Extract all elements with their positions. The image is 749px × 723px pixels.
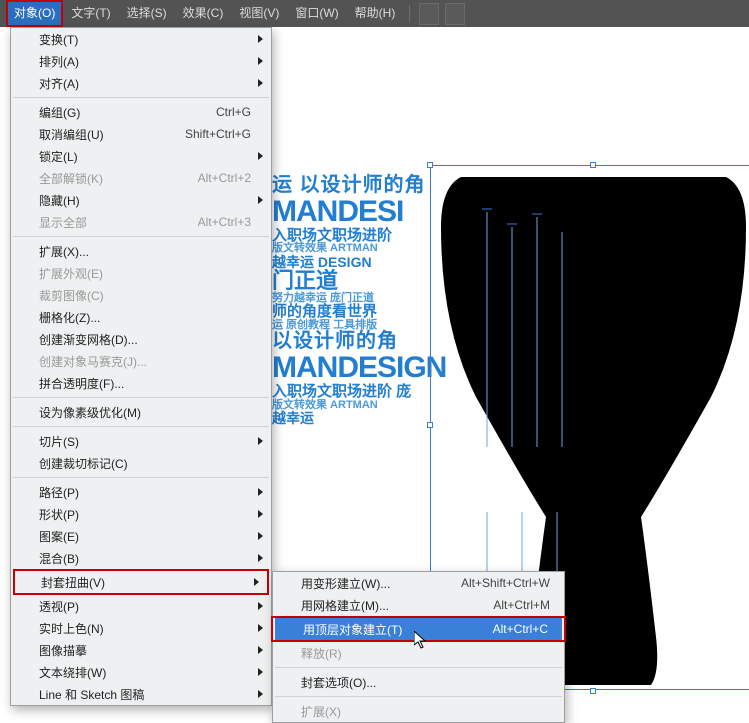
- menu-item: 全部解锁(K)Alt+Ctrl+2: [11, 167, 271, 189]
- menu-item[interactable]: 创建裁切标记(C): [11, 452, 271, 474]
- submenu-item[interactable]: 用网格建立(M)...Alt+Ctrl+M: [273, 594, 564, 616]
- menu-item[interactable]: 混合(B): [11, 547, 271, 569]
- toolbar-button-1[interactable]: [419, 3, 439, 25]
- menu-item[interactable]: 透视(P): [11, 595, 271, 617]
- menu-item[interactable]: 文本绕排(W): [11, 661, 271, 683]
- menu-item: 创建对象马赛克(J)...: [11, 350, 271, 372]
- submenu-item: 扩展(X): [273, 700, 564, 722]
- menu-select[interactable]: 选择(S): [119, 0, 175, 27]
- menu-item[interactable]: 图像描摹: [11, 639, 271, 661]
- menu-item[interactable]: 对齐(A): [11, 72, 271, 94]
- menu-item: 扩展外观(E): [11, 262, 271, 284]
- submenu-item[interactable]: 封套选项(O)...: [273, 671, 564, 693]
- menu-item: 显示全部Alt+Ctrl+3: [11, 211, 271, 233]
- menu-item: 裁剪图像(C): [11, 284, 271, 306]
- menu-item[interactable]: 变换(T): [11, 28, 271, 50]
- menu-effect[interactable]: 效果(C): [175, 0, 232, 27]
- menu-item[interactable]: 栅格化(Z)...: [11, 306, 271, 328]
- menu-item[interactable]: 设为像素级优化(M): [11, 401, 271, 423]
- submenu-item[interactable]: 用变形建立(W)...Alt+Shift+Ctrl+W: [273, 572, 564, 594]
- toolbar-button-2[interactable]: [445, 3, 465, 25]
- menu-type[interactable]: 文字(T): [63, 0, 118, 27]
- menu-item[interactable]: 锁定(L): [11, 145, 271, 167]
- menu-item[interactable]: 拼合透明度(F)...: [11, 372, 271, 394]
- menu-item[interactable]: 编组(G)Ctrl+G: [11, 101, 271, 123]
- menu-item[interactable]: 形状(P): [11, 503, 271, 525]
- menu-item[interactable]: 排列(A): [11, 50, 271, 72]
- selection-handle[interactable]: [590, 162, 596, 168]
- menubar-separator: [409, 5, 410, 23]
- menubar: 对象(O) 文字(T) 选择(S) 效果(C) 视图(V) 窗口(W) 帮助(H…: [0, 0, 749, 27]
- menu-view[interactable]: 视图(V): [231, 0, 287, 27]
- menu-item[interactable]: 取消编组(U)Shift+Ctrl+G: [11, 123, 271, 145]
- menu-item[interactable]: 隐藏(H): [11, 189, 271, 211]
- menu-window[interactable]: 窗口(W): [287, 0, 346, 27]
- menu-item[interactable]: 扩展(X)...: [11, 240, 271, 262]
- menu-object[interactable]: 对象(O): [6, 0, 63, 27]
- menu-item[interactable]: Line 和 Sketch 图稿: [11, 683, 271, 705]
- selection-handle[interactable]: [427, 162, 433, 168]
- menu-item[interactable]: 封套扭曲(V): [15, 571, 267, 593]
- menu-item[interactable]: 实时上色(N): [11, 617, 271, 639]
- menu-help[interactable]: 帮助(H): [347, 0, 404, 27]
- selection-handle[interactable]: [590, 688, 596, 694]
- menu-item[interactable]: 图案(E): [11, 525, 271, 547]
- object-dropdown: 变换(T)排列(A)对齐(A) 编组(G)Ctrl+G取消编组(U)Shift+C…: [10, 27, 272, 706]
- menu-item[interactable]: 路径(P): [11, 481, 271, 503]
- selection-handle[interactable]: [427, 422, 433, 428]
- menu-item[interactable]: 切片(S): [11, 430, 271, 452]
- menu-item[interactable]: 创建渐变网格(D)...: [11, 328, 271, 350]
